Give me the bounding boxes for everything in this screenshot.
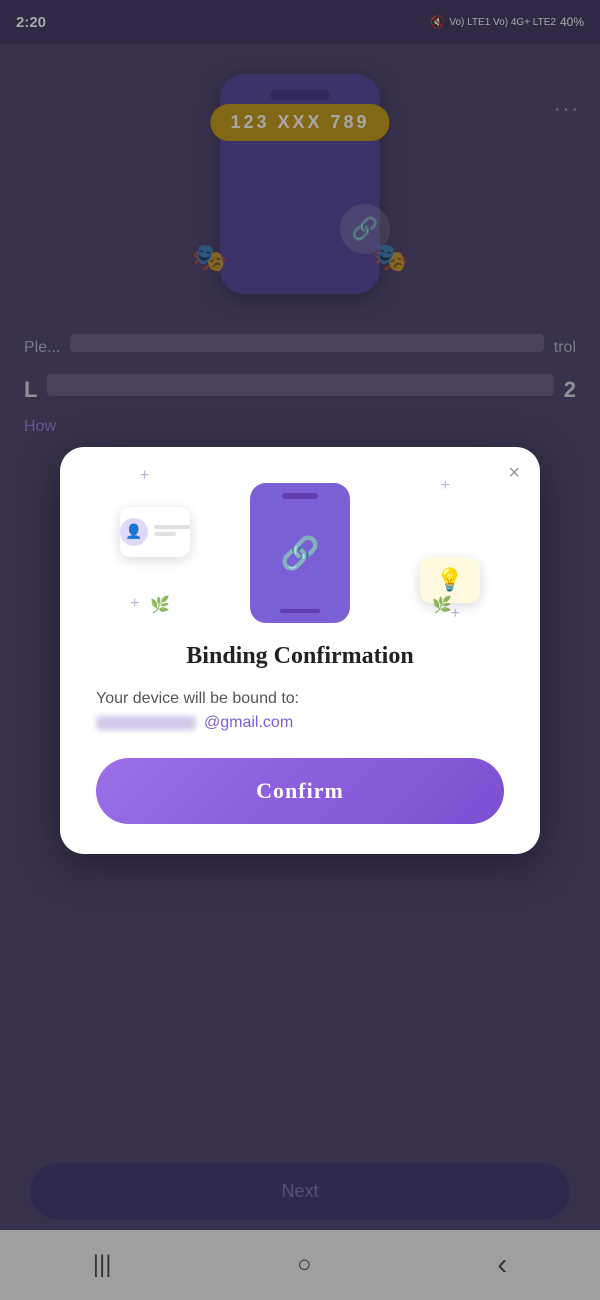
float-card-left: 👤 <box>120 507 190 557</box>
leaf-right-icon: 🌿 <box>432 595 452 615</box>
deco-plus-3: + <box>130 595 139 613</box>
person-icon: 👤 <box>120 518 148 546</box>
float-line-1 <box>154 525 190 529</box>
chain-icon: 🔗 <box>280 534 320 572</box>
float-lines <box>154 525 190 539</box>
modal-overlay: × + + + + 👤 🔗 💡 <box>0 0 600 1300</box>
modal-title: Binding Confirmation <box>60 643 540 670</box>
email-row: @gmail.com <box>96 714 504 732</box>
float-line-2 <box>154 532 176 536</box>
deco-plus-1: + <box>140 467 149 485</box>
modal-illustration: + + + + 👤 🔗 💡 🌿 🌿 <box>60 447 540 643</box>
email-blur <box>96 716 196 730</box>
email-suffix: @gmail.com <box>204 714 293 732</box>
leaf-left-icon: 🌿 <box>150 595 170 615</box>
deco-plus-2: + <box>441 477 450 495</box>
deco-plus-4: + <box>451 605 460 623</box>
modal-body: Your device will be bound to: @gmail.com… <box>60 690 540 824</box>
lightbulb-icon: 💡 <box>436 567 463 593</box>
binding-description: Your device will be bound to: <box>96 690 504 708</box>
confirm-button[interactable]: Confirm <box>96 758 504 824</box>
binding-confirmation-modal: × + + + + 👤 🔗 💡 <box>60 447 540 854</box>
modal-phone: 🔗 <box>250 483 350 623</box>
